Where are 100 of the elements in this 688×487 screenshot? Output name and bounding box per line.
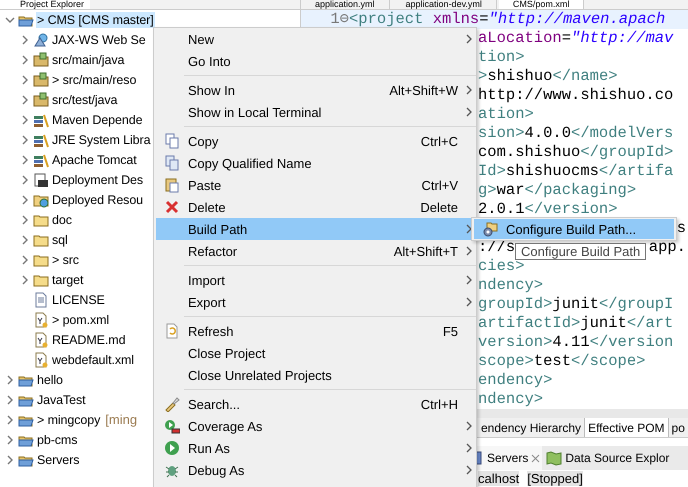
coverage-icon	[164, 418, 180, 434]
menu-item[interactable]: Close Unrelated Projects	[156, 364, 476, 386]
expand-icon[interactable]	[20, 35, 30, 45]
tree-item[interactable]: > src/main/reso	[51, 72, 138, 88]
tree-item[interactable]: pb-cms	[36, 432, 78, 448]
menu-item[interactable]: New	[156, 28, 476, 50]
expand-icon[interactable]	[20, 95, 30, 105]
shortcut-label: Ctrl+V	[422, 178, 458, 192]
refresh-icon	[164, 323, 180, 339]
menu-item[interactable]: Go Into	[156, 50, 476, 72]
tree-item[interactable]: Apache Tomcat	[51, 152, 138, 168]
expand-icon[interactable]	[20, 215, 30, 225]
branch-label: [ming	[105, 412, 138, 428]
tree-item[interactable]: JavaTest	[36, 392, 87, 408]
package-folder-icon	[33, 72, 49, 88]
expand-icon[interactable]	[5, 395, 15, 405]
menu-item[interactable]: Refactor Alt+Shift+T	[156, 240, 476, 262]
editor-tab[interactable]: application.yml	[301, 0, 390, 9]
code-line: http://www.shishuo.co	[478, 86, 674, 105]
menu-item[interactable]: Close Project	[156, 342, 476, 364]
editor-tab[interactable]: application-dev.yml	[392, 0, 497, 9]
expand-icon[interactable]	[20, 275, 30, 285]
menu-item[interactable]: Paste Ctrl+V	[156, 174, 476, 196]
code-line: endency>	[478, 371, 552, 390]
shortcut-label: Delete	[420, 200, 458, 214]
menu-item[interactable]: Configure Build Path...	[474, 219, 674, 239]
tree-item[interactable]: > mingcopy	[36, 412, 102, 428]
tree-item[interactable]: target	[51, 272, 84, 288]
editor-page-tab[interactable]: Effective POM	[585, 418, 669, 437]
menu-item[interactable]: Coverage As	[156, 415, 476, 437]
web-service-icon	[33, 32, 49, 48]
view-tab[interactable]: Project Explorer	[0, 0, 90, 9]
map-icon	[546, 450, 562, 466]
shortcut-label: F5	[442, 324, 458, 338]
expand-icon[interactable]	[20, 255, 30, 265]
tree-item[interactable]: > CMS [CMS master]	[36, 12, 155, 28]
tree-item[interactable]: Maven Depende	[51, 112, 144, 128]
library-icon	[33, 152, 49, 168]
tree-item[interactable]: hello	[36, 372, 64, 388]
code-line: Id>shishuocms</artifa	[478, 162, 674, 181]
expand-icon[interactable]	[20, 155, 30, 165]
menu-item[interactable]: Copy Qualified Name	[156, 152, 476, 174]
tree-item[interactable]: webdefault.xml	[51, 352, 135, 368]
expand-icon[interactable]	[20, 235, 30, 245]
tooltip: Configure Build Path	[515, 243, 646, 260]
copy-icon	[164, 133, 180, 149]
menu-item[interactable]: Show In Alt+Shift+W	[156, 79, 476, 101]
expand-icon[interactable]	[20, 55, 30, 65]
tree-item[interactable]: Deployed Resou	[51, 192, 144, 208]
gear-folder-icon	[482, 221, 498, 237]
tree-item[interactable]: src/main/java	[51, 52, 126, 68]
shortcut-label: Ctrl+H	[420, 396, 458, 412]
tree-item[interactable]: README.md	[51, 332, 126, 348]
file-icon	[33, 292, 49, 308]
tree-item[interactable]: LICENSE	[51, 292, 106, 308]
tree-item[interactable]: Deployment Des	[51, 172, 144, 188]
expand-icon[interactable]	[5, 415, 15, 425]
code-line: scope>test</scope>	[478, 352, 646, 371]
expand-icon[interactable]	[5, 435, 15, 445]
expand-icon[interactable]	[20, 195, 30, 205]
expand-icon[interactable]	[20, 135, 30, 145]
close-icon[interactable]	[531, 454, 540, 462]
view-tab[interactable]: Data Source Explor	[544, 446, 672, 470]
code-line: version>4.11</version	[478, 333, 674, 352]
delete-icon	[164, 199, 180, 215]
menu-item[interactable]: Show in Local Terminal	[156, 101, 476, 123]
menu-item[interactable]: Refresh F5	[156, 320, 476, 342]
xml-file-icon	[33, 312, 49, 328]
tree-item[interactable]: Servers	[36, 452, 80, 468]
tree-item[interactable]: doc	[51, 212, 73, 228]
expand-icon[interactable]	[20, 175, 30, 185]
server-status: [Stopped]	[527, 471, 583, 486]
shortcut-label: Ctrl+C	[420, 134, 458, 148]
tree-item[interactable]: > src	[51, 252, 80, 268]
expand-icon[interactable]	[20, 75, 30, 85]
xml-file-icon	[33, 332, 49, 348]
copy-icon	[164, 155, 180, 171]
menu-item[interactable]: Search... Ctrl+H	[156, 393, 476, 415]
tree-item[interactable]: > pom.xml	[51, 312, 110, 328]
menu-item[interactable]: Import	[156, 269, 476, 291]
expand-icon[interactable]	[20, 115, 30, 125]
expand-icon[interactable]	[5, 455, 15, 465]
collapse-icon[interactable]	[5, 15, 15, 25]
code-fragment: ://s	[478, 238, 516, 257]
tree-item[interactable]: src/test/java	[51, 92, 118, 108]
menu-item[interactable]: Export	[156, 291, 476, 313]
tree-item[interactable]: JAX-WS Web Se	[51, 32, 147, 48]
tree-item[interactable]: JRE System Libra	[51, 132, 152, 148]
flashlight-icon	[164, 396, 180, 412]
run-icon	[164, 440, 180, 456]
shortcut-label: Alt+Shift+T	[394, 244, 458, 258]
code-line: artifactId>junit</art	[478, 314, 674, 333]
expand-icon[interactable]	[5, 375, 15, 385]
code-line: 2.0.1</version>	[478, 200, 618, 219]
tree-item[interactable]: sql	[51, 232, 69, 248]
code-line: ation>	[478, 105, 534, 124]
editor-page-tab[interactable]: po	[668, 418, 688, 437]
menu-item[interactable]: Copy Ctrl+C	[156, 130, 476, 152]
editor-tab[interactable]: CMS/pom.xml	[498, 0, 584, 9]
menu-item[interactable]: Delete Delete	[156, 196, 476, 218]
